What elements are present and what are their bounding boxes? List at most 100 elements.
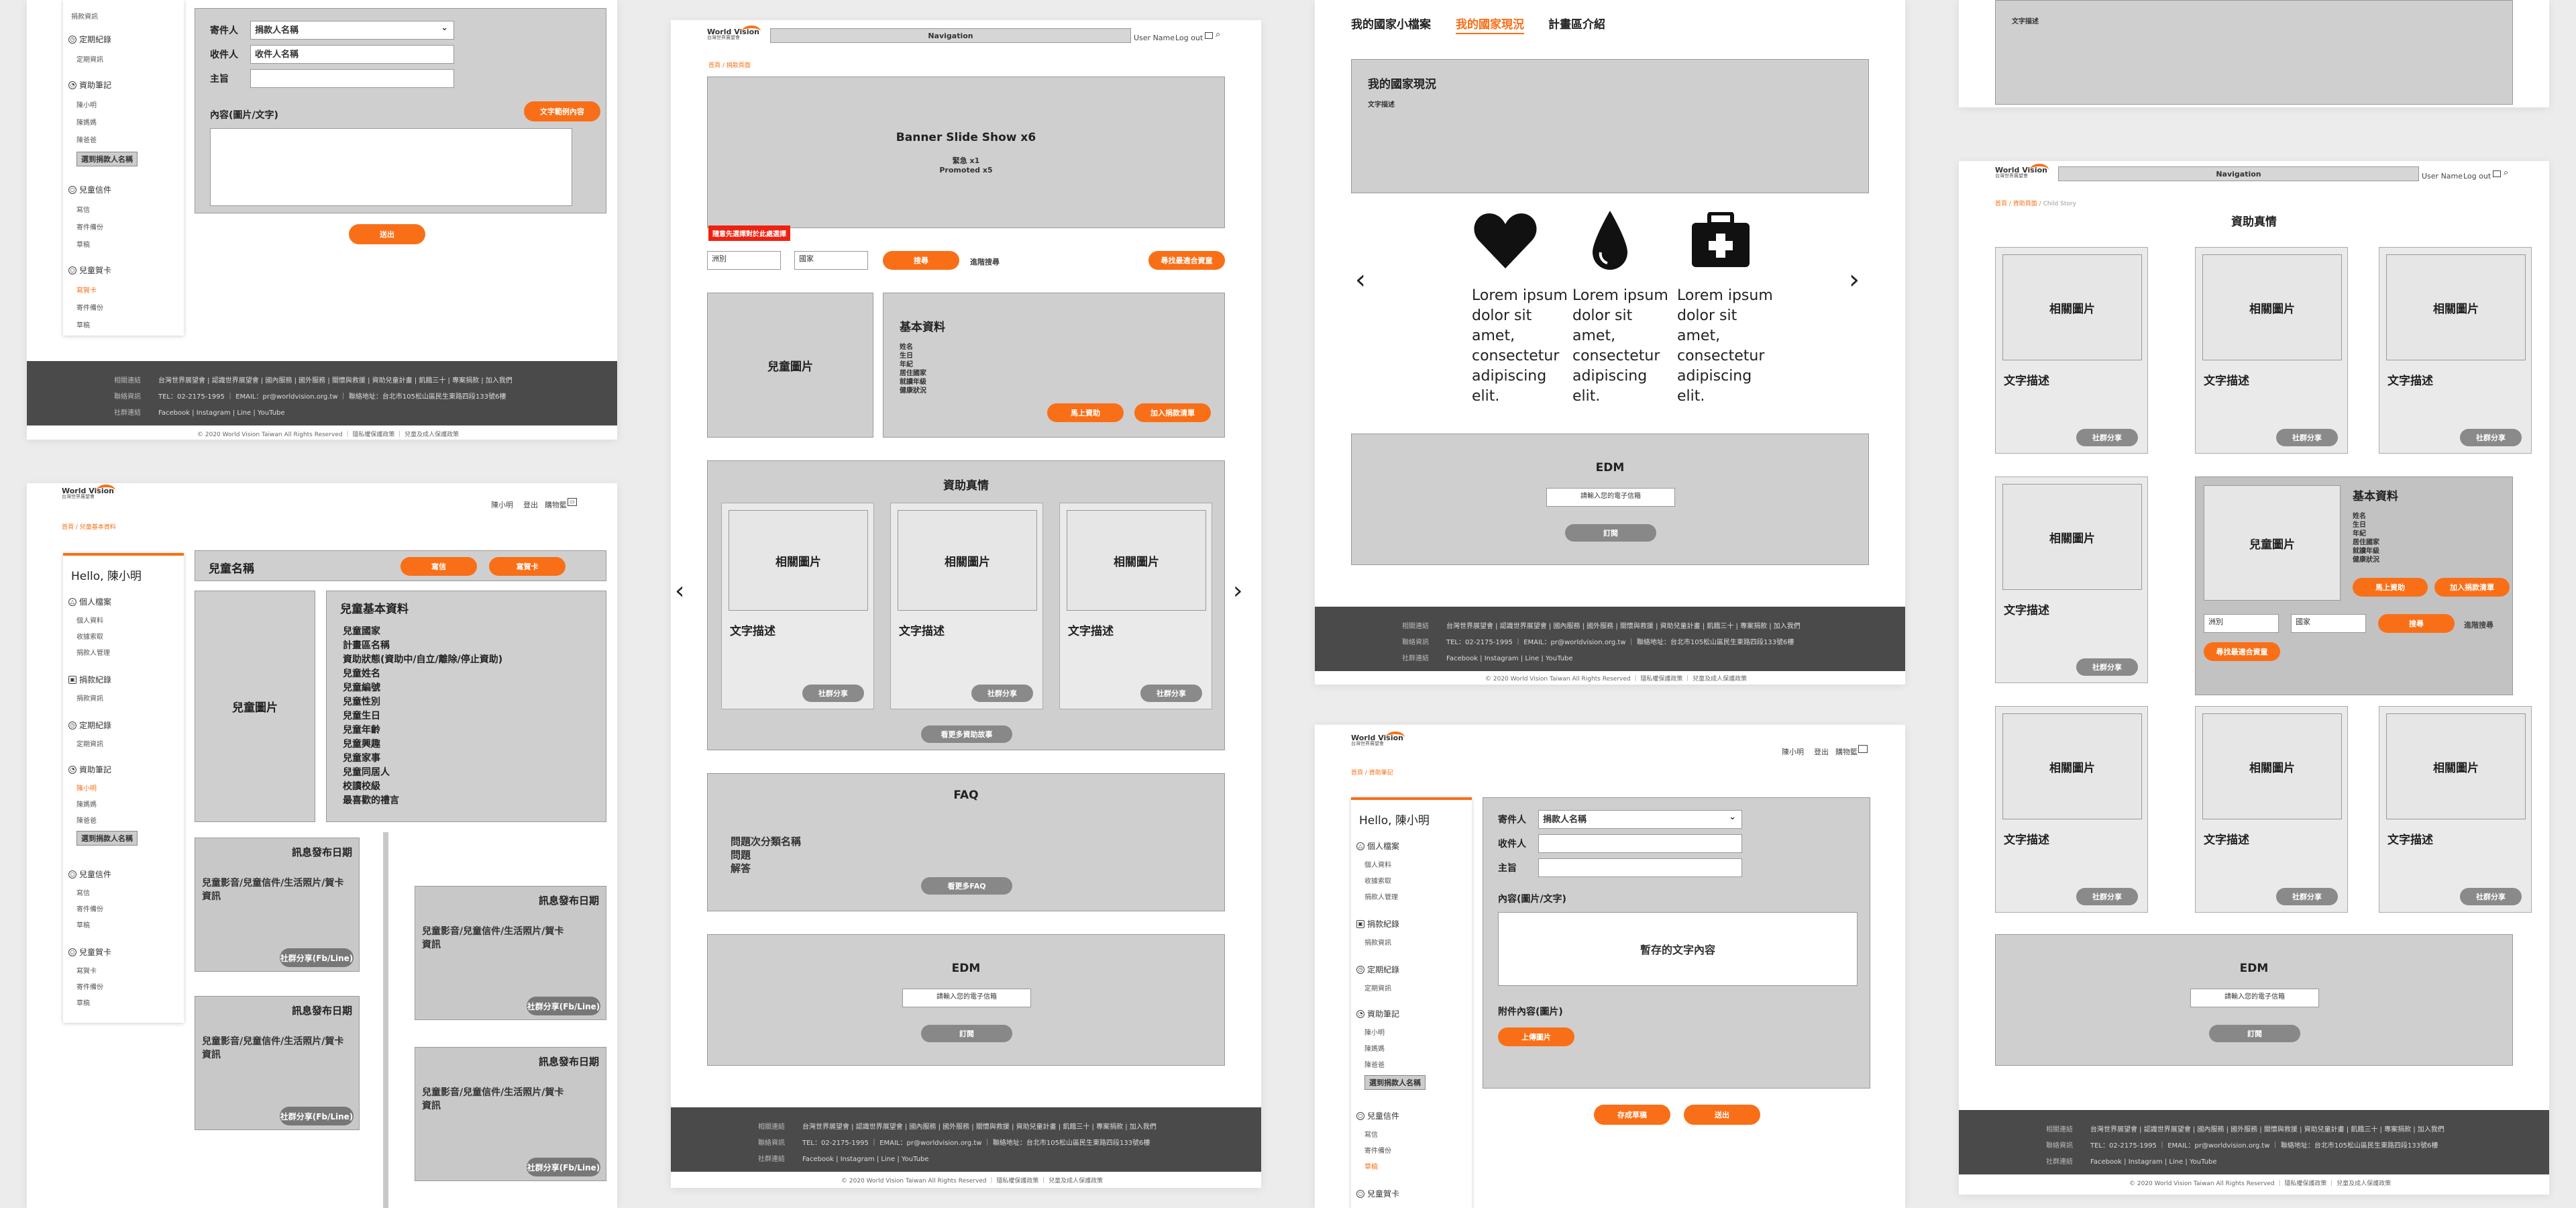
cart-link[interactable]: 購物籃 bbox=[1835, 746, 1858, 757]
sidebar-item[interactable]: 定期資訊 bbox=[76, 738, 103, 748]
search-icon[interactable]: ⌕ bbox=[1216, 30, 1220, 40]
footer-links[interactable]: 台灣世界展望會 | 認識世界展望會 | 國內服務 | 國外服務 | 關懷與救援 … bbox=[158, 377, 513, 385]
sidebar-item[interactable]: 陳爸爸 bbox=[76, 815, 97, 825]
sidebar-section-letters[interactable]: ○ 兒童信件 bbox=[68, 868, 111, 880]
prev-arrow-icon[interactable]: ‹ bbox=[1355, 264, 1366, 295]
switch-donor-chip[interactable]: 選到捐款人名稱 bbox=[1364, 1075, 1426, 1090]
write-letter-button[interactable]: 寫信 bbox=[400, 557, 477, 576]
logout-link[interactable]: Log out bbox=[1175, 34, 1203, 42]
cart-link[interactable]: 購物籃 bbox=[545, 499, 567, 510]
sidebar-section-sponsor[interactable]: ◔ 資助筆記 bbox=[68, 79, 111, 91]
sidebar-item[interactable]: 定期資訊 bbox=[1364, 983, 1391, 993]
share-button[interactable]: 社群分享 bbox=[971, 685, 1033, 702]
logo[interactable]: World Vision 台灣世界展望會 bbox=[62, 485, 115, 499]
logo[interactable]: World Vision 台灣世界展望會 bbox=[707, 26, 761, 40]
sidebar-section-cards[interactable]: ○ 兒童賀卡 bbox=[68, 264, 111, 276]
share-button[interactable]: 社群分享 bbox=[2076, 429, 2138, 446]
sidebar-item[interactable]: 收據索取 bbox=[1364, 875, 1391, 885]
sidebar-item[interactable]: 寄件備份 bbox=[76, 981, 103, 991]
footer-social[interactable]: Facebook | Instagram | Line | YouTube bbox=[1446, 655, 1573, 662]
sidebar-item[interactable]: 捐款人管理 bbox=[1364, 891, 1398, 901]
sender-select[interactable]: 捐款人名稱 ⌄ bbox=[1538, 810, 1742, 829]
share-button[interactable]: 社群分享(Fb/Line) bbox=[280, 948, 354, 967]
sidebar-section-cards[interactable]: ○ 兒童賀卡 bbox=[68, 946, 111, 958]
sidebar-item[interactable]: 草稿 bbox=[1364, 1161, 1378, 1171]
upload-image-button[interactable]: 上傳圖片 bbox=[1498, 1027, 1574, 1046]
subscribe-button[interactable]: 訂閱 bbox=[921, 1025, 1012, 1042]
switch-donor-chip[interactable]: 選到捐款人名稱 bbox=[76, 831, 138, 846]
sidebar-item[interactable]: 草稿 bbox=[76, 919, 90, 929]
share-button[interactable]: 社群分享 bbox=[802, 685, 864, 702]
more-stories-button[interactable]: 看更多資助故事 bbox=[921, 725, 1012, 743]
sidebar-item[interactable]: 寫信 bbox=[76, 204, 90, 214]
logo[interactable]: World Vision 台灣世界展望會 bbox=[1351, 732, 1405, 746]
sidebar-item[interactable]: 個人資料 bbox=[1364, 859, 1391, 869]
switch-donor-chip[interactable]: 選到捐款人名稱 bbox=[76, 152, 138, 166]
more-faq-button[interactable]: 看更多FAQ bbox=[921, 877, 1012, 895]
sidebar-item[interactable]: 陳爸爸 bbox=[76, 134, 97, 144]
share-button[interactable]: 社群分享 bbox=[1140, 685, 1202, 702]
footer-links[interactable]: 台灣世界展望會 | 認識世界展望會 | 國內服務 | 國外服務 | 關懷與救援 … bbox=[1446, 623, 1801, 630]
cart-icon[interactable] bbox=[2493, 170, 2501, 177]
search-button[interactable]: 搜尋 bbox=[2378, 614, 2455, 633]
share-button[interactable]: 社群分享 bbox=[2076, 888, 2138, 905]
footer-social[interactable]: Facebook | Instagram | Line | YouTube bbox=[158, 409, 285, 417]
share-button[interactable]: 社群分享 bbox=[2460, 429, 2522, 446]
send-button[interactable]: 送出 bbox=[1684, 1105, 1760, 1125]
footer-links[interactable]: 台灣世界展望會 | 認識世界展望會 | 國內服務 | 國外服務 | 關懷與救援 … bbox=[802, 1123, 1157, 1131]
sidebar-item[interactable]: 寄件備份 bbox=[76, 221, 103, 232]
sidebar-item[interactable]: 寄件備份 bbox=[1364, 1145, 1391, 1155]
sidebar-section-profile[interactable]: △ 個人檔案 bbox=[1356, 840, 1399, 852]
cart-icon[interactable] bbox=[1858, 745, 1868, 753]
content-textarea[interactable]: 暫存的文字內容 bbox=[1498, 912, 1858, 986]
sidebar-item[interactable]: 捐款人管理 bbox=[76, 647, 110, 657]
sidebar-item[interactable]: 寫信 bbox=[1364, 1129, 1378, 1139]
footer-social[interactable]: Facebook | Instagram | Line | YouTube bbox=[802, 1156, 929, 1163]
sidebar-item[interactable]: 寫信 bbox=[76, 887, 90, 897]
crumb-home[interactable]: 首頁 bbox=[708, 62, 720, 69]
cart-icon[interactable] bbox=[1205, 32, 1213, 39]
sidebar-section-letters[interactable]: ○ 兒童信件 bbox=[68, 184, 111, 195]
write-card-button[interactable]: 寫賀卡 bbox=[489, 557, 566, 576]
sidebar-item[interactable]: 陳小明 bbox=[76, 99, 97, 109]
next-arrow-icon[interactable]: › bbox=[1233, 577, 1242, 605]
share-button[interactable]: 社群分享 bbox=[2276, 888, 2338, 905]
subscribe-button[interactable]: 訂閱 bbox=[2209, 1025, 2300, 1042]
next-arrow-icon[interactable]: › bbox=[1849, 264, 1860, 295]
crumb-page[interactable]: 資助頁面 bbox=[2013, 201, 2037, 207]
add-to-list-button[interactable]: 加入捐款清單 bbox=[2434, 578, 2510, 597]
subject-input[interactable] bbox=[1538, 858, 1742, 877]
sidebar-item[interactable]: 捐款資訊 bbox=[71, 11, 98, 21]
sidebar-item[interactable]: 陳媽媽 bbox=[1364, 1043, 1385, 1053]
subscribe-button[interactable]: 訂閱 bbox=[1565, 524, 1656, 542]
find-child-button[interactable]: 尋找最適合資童 bbox=[1148, 251, 1225, 270]
user-link[interactable]: 陳小明 bbox=[491, 499, 513, 510]
sidebar-item[interactable]: 陳爸爸 bbox=[1364, 1059, 1385, 1069]
sidebar-item[interactable]: 陳媽媽 bbox=[76, 799, 97, 809]
sidebar-item[interactable]: 草稿 bbox=[76, 239, 90, 249]
sender-select[interactable]: 捐款人名稱 ⌄ bbox=[250, 21, 454, 40]
prev-arrow-icon[interactable]: ‹ bbox=[675, 577, 684, 605]
sidebar-item[interactable]: 草稿 bbox=[76, 319, 90, 330]
sidebar-section-letters[interactable]: ○ 兒童信件 bbox=[1356, 1110, 1399, 1121]
sidebar-item[interactable]: 陳小明 bbox=[76, 783, 97, 793]
sidebar-item[interactable]: 陳小明 bbox=[1364, 1027, 1385, 1037]
sidebar-section-regular[interactable]: ◷ 定期紀錄 bbox=[1356, 964, 1399, 975]
find-child-button[interactable]: 尋找最適合資童 bbox=[2204, 642, 2280, 661]
user-name-link[interactable]: User Name bbox=[2422, 172, 2463, 181]
sidebar-section-sponsor[interactable]: ◔ 資助筆記 bbox=[1356, 1008, 1399, 1019]
logout-link[interactable]: 登出 bbox=[523, 499, 538, 510]
add-to-list-button[interactable]: 加入捐款清單 bbox=[1134, 403, 1211, 422]
share-button[interactable]: 社群分享 bbox=[2276, 429, 2338, 446]
cart-icon[interactable]: ▭ bbox=[568, 498, 577, 506]
search-icon[interactable]: ⌕ bbox=[2504, 168, 2508, 178]
sidebar-section-regular[interactable]: ◷ 定期紀錄 bbox=[68, 34, 111, 45]
search-button[interactable]: 搜尋 bbox=[883, 251, 959, 270]
content-textarea[interactable] bbox=[210, 128, 572, 206]
sponsor-now-button[interactable]: 馬上資助 bbox=[2353, 578, 2428, 597]
send-button[interactable]: 送出 bbox=[349, 224, 425, 244]
share-button[interactable]: 社群分享(Fb/Line) bbox=[280, 1107, 354, 1125]
sidebar-item[interactable]: 收據索取 bbox=[76, 631, 103, 641]
navigation-bar[interactable]: Navigation bbox=[2058, 166, 2419, 181]
advanced-search-link[interactable]: 進階搜尋 bbox=[2464, 619, 2493, 630]
